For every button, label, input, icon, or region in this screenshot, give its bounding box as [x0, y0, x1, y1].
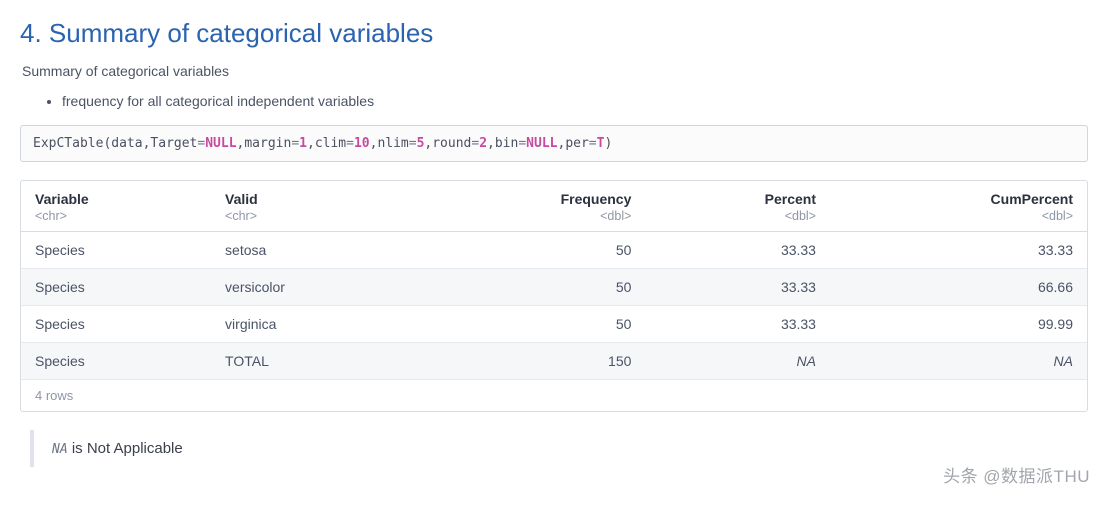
- code-comma: ,: [307, 136, 315, 151]
- code-val6: NULL: [526, 136, 557, 151]
- cell-frequency: 50: [416, 306, 646, 343]
- bullet-item: frequency for all categorical independen…: [62, 93, 1088, 109]
- type-cumpercent: <dbl>: [830, 209, 1087, 232]
- cell-variable: Species: [21, 269, 211, 306]
- code-key1: Target: [150, 136, 197, 151]
- row-count-label: 4 rows: [21, 379, 1087, 411]
- type-percent: <dbl>: [645, 209, 830, 232]
- cell-valid: TOTAL: [211, 343, 415, 380]
- bullet-list: frequency for all categorical independen…: [44, 93, 1088, 109]
- cell-valid: virginica: [211, 306, 415, 343]
- cell-cumpercent-na: NA: [830, 343, 1087, 380]
- col-cumpercent: CumPercent: [830, 181, 1087, 209]
- code-val5: 2: [479, 136, 487, 151]
- cell-percent: 33.33: [645, 269, 830, 306]
- section-subtitle: Summary of categorical variables: [22, 63, 1088, 79]
- code-val3: 10: [354, 136, 370, 151]
- col-frequency: Frequency: [416, 181, 646, 209]
- cell-cumpercent: 99.99: [830, 306, 1087, 343]
- code-key7: per: [565, 136, 588, 151]
- cell-valid: versicolor: [211, 269, 415, 306]
- code-key5: round: [432, 136, 471, 151]
- col-percent: Percent: [645, 181, 830, 209]
- table-row: Species TOTAL 150 NA NA: [21, 343, 1087, 380]
- cell-percent: 33.33: [645, 306, 830, 343]
- code-key2: margin: [244, 136, 291, 151]
- section-heading: 4. Summary of categorical variables: [20, 18, 1088, 49]
- code-eq: =: [518, 136, 526, 151]
- code-close: ): [604, 136, 612, 151]
- cell-frequency: 150: [416, 343, 646, 380]
- cell-frequency: 50: [416, 269, 646, 306]
- cell-variable: Species: [21, 232, 211, 269]
- code-key6: bin: [495, 136, 518, 151]
- cell-valid: setosa: [211, 232, 415, 269]
- code-eq: =: [346, 136, 354, 151]
- cell-variable: Species: [21, 343, 211, 380]
- code-eq: =: [589, 136, 597, 151]
- code-eq: =: [291, 136, 299, 151]
- code-comma: ,: [487, 136, 495, 151]
- document-page: 4. Summary of categorical variables Summ…: [0, 0, 1108, 497]
- code-val1: NULL: [205, 136, 236, 151]
- type-valid: <chr>: [211, 209, 415, 232]
- na-text: is Not Applicable: [68, 440, 183, 457]
- code-eq: =: [409, 136, 417, 151]
- table-row: Species virginica 50 33.33 99.99: [21, 306, 1087, 343]
- code-fn: ExpCTable: [33, 136, 103, 151]
- cell-percent: 33.33: [645, 232, 830, 269]
- col-valid: Valid: [211, 181, 415, 209]
- freq-table-container: Variable Valid Frequency Percent CumPerc…: [20, 180, 1088, 412]
- col-variable: Variable: [21, 181, 211, 209]
- freq-table: Variable Valid Frequency Percent CumPerc…: [21, 181, 1087, 379]
- cell-variable: Species: [21, 306, 211, 343]
- cell-cumpercent: 66.66: [830, 269, 1087, 306]
- na-legend: NA is Not Applicable: [30, 430, 1088, 467]
- type-frequency: <dbl>: [416, 209, 646, 232]
- table-row: Species setosa 50 33.33 33.33: [21, 232, 1087, 269]
- code-val2: 1: [299, 136, 307, 151]
- cell-percent-na: NA: [645, 343, 830, 380]
- cell-frequency: 50: [416, 232, 646, 269]
- na-code: NA: [52, 442, 68, 457]
- type-variable: <chr>: [21, 209, 211, 232]
- code-block: ExpCTable(data,Target=NULL,margin=1,clim…: [20, 125, 1088, 162]
- code-key3: clim: [315, 136, 346, 151]
- table-row: Species versicolor 50 33.33 66.66: [21, 269, 1087, 306]
- code-key4: nlim: [377, 136, 408, 151]
- cell-cumpercent: 33.33: [830, 232, 1087, 269]
- code-arg0: data: [111, 136, 142, 151]
- watermark: 头条 @数据派THU: [943, 462, 1090, 487]
